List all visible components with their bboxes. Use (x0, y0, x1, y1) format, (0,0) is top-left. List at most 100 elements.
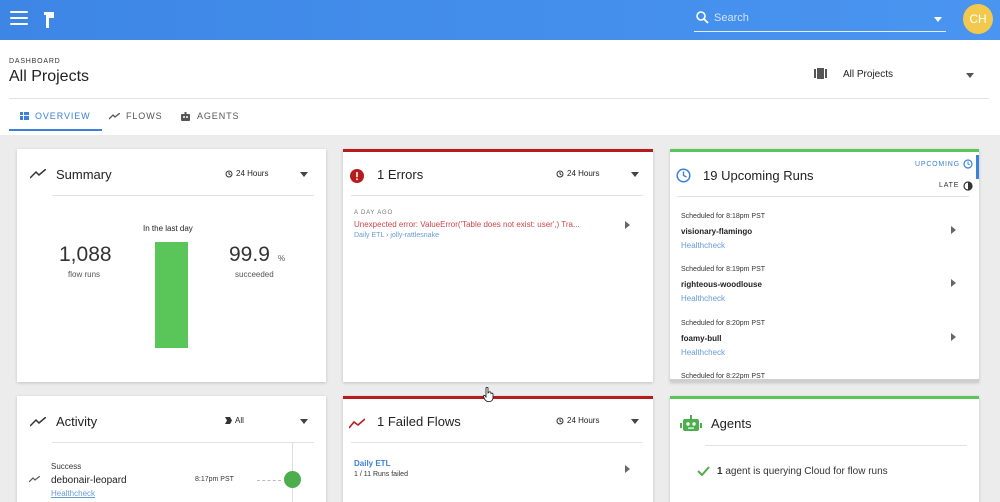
page-title: All Projects (9, 68, 90, 85)
tab-agents[interactable]: AGENTS (180, 111, 239, 121)
divider (9, 98, 989, 99)
range-select[interactable]: 24 Hours (556, 169, 599, 178)
chevron-right-icon[interactable] (951, 333, 956, 341)
filter-label: All (235, 416, 244, 425)
flow-runs-label: flow runs (68, 270, 101, 279)
clock-icon (676, 168, 691, 183)
percent-unit: % (278, 254, 286, 263)
project-select[interactable]: All Projects (843, 69, 893, 80)
active-tab-indicator (976, 155, 979, 179)
card-title: 1 Errors (377, 167, 424, 182)
logo-icon[interactable] (42, 10, 56, 30)
trend-icon (29, 476, 40, 483)
card-title: Summary (56, 167, 112, 182)
avatar[interactable]: CH (963, 4, 993, 34)
filter-icon (225, 417, 232, 424)
card-title: 19 Upcoming Runs (703, 168, 814, 183)
flow-runs-count: 1,088 (59, 243, 112, 266)
divider (52, 442, 314, 443)
filter-select[interactable]: All (225, 416, 244, 425)
robot-icon (680, 415, 702, 431)
app-bar: Search CH (0, 0, 1000, 40)
divider (705, 445, 967, 446)
upcoming-runs-card: 19 Upcoming Runs UPCOMING LATE Scheduled… (670, 149, 979, 382)
error-time: A DAY AGO (354, 210, 393, 216)
run-name: visionary-flamingo (681, 227, 753, 236)
chevron-right-icon[interactable] (625, 465, 630, 473)
run-name: righteous-woodlouse (681, 280, 762, 289)
run-scheduled: Scheduled for 8:18pm PST (681, 213, 766, 220)
menu-icon[interactable] (10, 11, 28, 27)
errors-card: 1 Errors 24 Hours A DAY AGO Unexpected e… (343, 149, 653, 382)
tab-overview[interactable]: OVERVIEW (20, 111, 91, 121)
flow-link[interactable]: Daily ETL (354, 232, 384, 239)
flow-link[interactable]: Healthcheck (681, 348, 725, 357)
activity-time: 8:17pm PST (195, 476, 234, 483)
activity-card: Activity All Success debonair-leopard He… (17, 396, 326, 502)
tab-label: OVERVIEW (35, 111, 91, 121)
run-scheduled: Scheduled for 8:19pm PST (681, 266, 766, 273)
chevron-right-icon[interactable] (951, 226, 956, 234)
range-select[interactable]: 24 Hours (225, 169, 268, 178)
run-scheduled: Scheduled for 8:20pm PST (681, 320, 766, 327)
range-label: 24 Hours (567, 416, 600, 425)
check-icon (697, 466, 710, 476)
trend-icon (30, 417, 46, 427)
search-input[interactable]: Search (694, 6, 946, 32)
chevron-down-icon[interactable] (934, 17, 942, 22)
tab-late[interactable]: LATE (939, 182, 959, 189)
trend-icon (109, 112, 120, 119)
divider (351, 442, 643, 443)
summary-card: Summary 24 Hours In the last day 1,088 f… (17, 149, 326, 382)
error-icon (350, 169, 364, 183)
pointer-cursor-icon (483, 387, 494, 402)
search-placeholder: Search (714, 12, 749, 24)
range-label: 24 Hours (236, 169, 269, 178)
activity-status: Success (51, 462, 82, 471)
chevron-down-icon[interactable] (966, 73, 974, 78)
scrollbar[interactable] (670, 379, 979, 382)
overview-icon (20, 112, 29, 120)
flow-link[interactable]: Healthcheck (681, 241, 725, 250)
tab-flows[interactable]: FLOWS (109, 111, 163, 121)
range-label: 24 Hours (567, 169, 600, 178)
range-select[interactable]: 24 Hours (556, 416, 599, 425)
chevron-down-icon[interactable] (631, 172, 639, 177)
card-title: Agents (711, 416, 752, 431)
robot-icon (181, 111, 190, 121)
status-dot[interactable] (284, 471, 301, 488)
tab-upcoming[interactable]: UPCOMING (915, 161, 960, 168)
flow-link[interactable]: Healthcheck (681, 294, 725, 303)
divider (52, 195, 314, 196)
failed-flows-card: 1 Failed Flows 24 Hours Daily ETL 1 / 11… (343, 396, 653, 502)
projects-icon (814, 68, 827, 79)
card-title: Activity (56, 414, 98, 429)
search-icon (696, 11, 709, 24)
agent-count: 1 (717, 466, 723, 477)
trend-icon (30, 169, 46, 179)
active-tab-indicator (9, 129, 102, 131)
chevron-down-icon[interactable] (631, 419, 639, 424)
chevron-down-icon[interactable] (300, 172, 308, 177)
chevron-right-icon[interactable] (951, 279, 956, 287)
tab-label: AGENTS (197, 111, 240, 121)
agent-status: 1 agent is querying Cloud for flow runs (717, 466, 888, 477)
chevron-down-icon[interactable] (300, 419, 308, 424)
run-name: debonair-leopard (51, 475, 127, 486)
run-name: foamy-bull (681, 334, 722, 343)
success-bar (155, 242, 188, 348)
error-message: Unexpected error: ValueError('Table does… (354, 220, 580, 229)
timeline-connector (257, 480, 281, 481)
history-icon (556, 417, 564, 424)
trend-down-icon (349, 418, 365, 429)
success-rate: 99.9 (229, 243, 270, 266)
run-link[interactable]: jolly-rattlesnake (390, 232, 439, 239)
chevron-right-icon[interactable] (625, 221, 630, 229)
card-title: 1 Failed Flows (377, 414, 461, 429)
flow-link[interactable]: Healthcheck (51, 489, 95, 498)
breadcrumb: DASHBOARD (9, 58, 61, 65)
agents-card: Agents 1 agent is querying Cloud for flo… (670, 396, 979, 502)
period-label: In the last day (143, 224, 193, 233)
success-label: succeeded (235, 270, 274, 279)
flow-link[interactable]: Daily ETL (354, 459, 390, 468)
